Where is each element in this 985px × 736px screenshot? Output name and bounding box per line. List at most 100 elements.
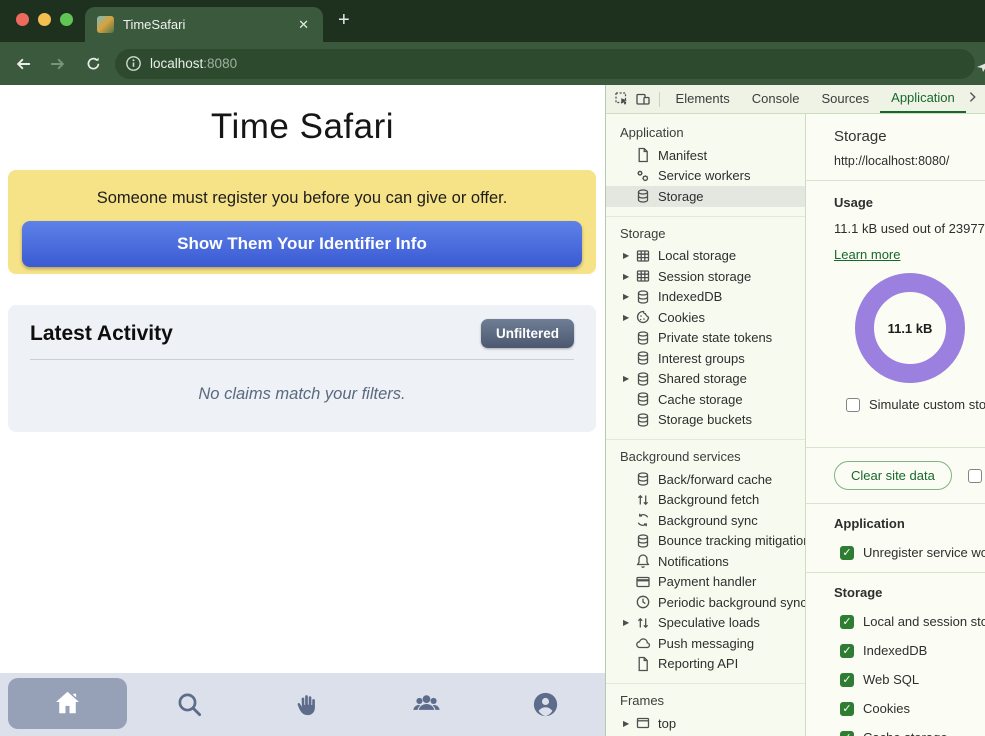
- device-toolbar-icon[interactable]: [633, 88, 654, 110]
- tree-item-label: top: [658, 716, 676, 731]
- table-icon: [635, 268, 651, 284]
- hand-icon: [294, 691, 321, 718]
- devtools-tab-application[interactable]: Application: [880, 85, 966, 113]
- usage-text: 11.1 kB used out of 239779: [834, 221, 985, 236]
- site-info-icon[interactable]: [125, 55, 142, 72]
- bookmark-icon[interactable]: [975, 58, 985, 79]
- url-port: :8080: [203, 56, 237, 71]
- tree-item-top[interactable]: ▶ top: [606, 713, 805, 734]
- tree-item-shared-storage[interactable]: ▶Shared storage: [606, 369, 805, 390]
- devtools-tab-sources[interactable]: Sources: [810, 85, 880, 113]
- expander-icon[interactable]: ▶: [623, 251, 635, 260]
- expander-icon[interactable]: ▶: [623, 313, 635, 322]
- tree-item-storage-buckets[interactable]: Storage buckets: [606, 410, 805, 431]
- checkbox-label: IndexedDB: [863, 643, 927, 658]
- panel-title: Storage: [834, 128, 985, 145]
- filter-button[interactable]: Unfiltered: [481, 319, 574, 348]
- tree-item-manifest[interactable]: Manifest: [606, 145, 805, 166]
- toolbar-separator: [659, 92, 660, 107]
- tree-item-cookies[interactable]: ▶Cookies: [606, 307, 805, 328]
- tree-item-label: Bounce tracking mitigation: [658, 533, 805, 548]
- tab-title: TimeSafari: [123, 17, 296, 32]
- devtools-tab-elements[interactable]: Elements: [665, 85, 741, 113]
- close-window-button[interactable]: [16, 13, 29, 26]
- checkbox-unregister-service-wor[interactable]: ✓: [840, 546, 854, 560]
- clear-site-data-button[interactable]: Clear site data: [834, 461, 952, 490]
- tree-item-private-state-tokens[interactable]: Private state tokens: [606, 328, 805, 349]
- tree-item-background-fetch[interactable]: Background fetch: [606, 490, 805, 511]
- nav-offer-button[interactable]: [249, 673, 368, 736]
- checkbox-label: Local and session stor: [863, 614, 985, 629]
- tree-section-frames: Frames ▶ top: [606, 683, 805, 734]
- tree-section-application: ApplicationManifestService workersStorag…: [606, 116, 805, 207]
- tree-item-payment-handler[interactable]: Payment handler: [606, 572, 805, 593]
- tree-item-label: Speculative loads: [658, 615, 760, 630]
- checkbox-cache-storage[interactable]: ✓: [840, 731, 854, 736]
- tree-section-title: Frames: [606, 684, 805, 713]
- database-icon: [635, 391, 651, 407]
- include-cookies-checkbox[interactable]: [968, 469, 982, 483]
- tree-item-storage[interactable]: Storage: [606, 186, 805, 207]
- checkbox-cookies[interactable]: ✓: [840, 702, 854, 716]
- simulate-quota-row: Simulate custom stora: [840, 397, 985, 447]
- tree-item-periodic-background-sync[interactable]: Periodic background sync: [606, 592, 805, 613]
- gears-icon: [635, 168, 651, 184]
- nav-community-button[interactable]: [367, 673, 486, 736]
- bottom-navigation: [0, 673, 605, 736]
- checkbox-local-and-session-stor[interactable]: ✓: [840, 615, 854, 629]
- tree-item-session-storage[interactable]: ▶Session storage: [606, 266, 805, 287]
- expander-icon[interactable]: ▶: [623, 618, 635, 627]
- tree-item-push-messaging[interactable]: Push messaging: [606, 633, 805, 654]
- checkbox-indexeddb[interactable]: ✓: [840, 644, 854, 658]
- tree-item-back-forward-cache[interactable]: Back/forward cache: [606, 469, 805, 490]
- tree-item-reporting-api[interactable]: Reporting API: [606, 654, 805, 675]
- more-tabs-icon[interactable]: [966, 90, 979, 109]
- tree-item-label: Private state tokens: [658, 330, 772, 345]
- forward-button[interactable]: [45, 51, 71, 77]
- devtools-tab-console[interactable]: Console: [741, 85, 811, 113]
- tree-item-service-workers[interactable]: Service workers: [606, 166, 805, 187]
- tree-section-title: Storage: [606, 217, 805, 246]
- tree-item-background-sync[interactable]: Background sync: [606, 510, 805, 531]
- maximize-window-button[interactable]: [60, 13, 73, 26]
- expander-icon[interactable]: ▶: [623, 292, 635, 301]
- cloud-icon: [635, 635, 651, 651]
- usage-section: Usage 11.1 kB used out of 239779 Learn m…: [806, 181, 985, 447]
- tree-item-indexeddb[interactable]: ▶IndexedDB: [606, 287, 805, 308]
- tree-item-label: Periodic background sync: [658, 595, 805, 610]
- inspect-element-icon[interactable]: [612, 88, 633, 110]
- minimize-window-button[interactable]: [38, 13, 51, 26]
- tree-item-cache-storage[interactable]: Cache storage: [606, 389, 805, 410]
- registration-alert: Someone must register you before you can…: [8, 170, 596, 274]
- reload-button[interactable]: [80, 51, 106, 77]
- tree-item-speculative-loads[interactable]: ▶ Speculative loads: [606, 613, 805, 634]
- tree-item-notifications[interactable]: Notifications: [606, 551, 805, 572]
- checkbox-web-sql[interactable]: ✓: [840, 673, 854, 687]
- tree-item-bounce-tracking-mitigation[interactable]: Bounce tracking mitigation: [606, 531, 805, 552]
- storage-checkbox-list: ✓Local and session stor✓IndexedDB✓Web SQ…: [834, 614, 985, 736]
- browser-tab[interactable]: TimeSafari ✕: [85, 7, 323, 42]
- url-text: localhost:8080: [150, 56, 237, 71]
- back-button[interactable]: [10, 51, 36, 77]
- database-icon: [635, 289, 651, 305]
- window-controls: [16, 13, 73, 26]
- url-host: localhost: [150, 56, 203, 71]
- show-identifier-button[interactable]: Show Them Your Identifier Info: [22, 221, 582, 267]
- usage-donut-chart: 11.1 kB: [855, 273, 965, 383]
- address-bar[interactable]: localhost:8080: [115, 49, 975, 79]
- alert-message: Someone must register you before you can…: [8, 189, 596, 208]
- nav-home-button[interactable]: [8, 678, 127, 729]
- simulate-quota-checkbox[interactable]: [846, 398, 860, 412]
- nav-search-button[interactable]: [130, 673, 249, 736]
- expander-icon[interactable]: ▶: [623, 719, 635, 728]
- expander-icon[interactable]: ▶: [623, 272, 635, 281]
- nav-profile-button[interactable]: [486, 673, 605, 736]
- tree-item-interest-groups[interactable]: Interest groups: [606, 348, 805, 369]
- new-tab-button[interactable]: +: [338, 9, 350, 32]
- card-icon: [635, 574, 651, 590]
- tree-item-local-storage[interactable]: ▶Local storage: [606, 246, 805, 267]
- checkbox-row-cache-storage: ✓Cache storage: [834, 730, 985, 736]
- tab-close-icon[interactable]: ✕: [296, 17, 311, 33]
- learn-more-link[interactable]: Learn more: [834, 247, 900, 262]
- expander-icon[interactable]: ▶: [623, 374, 635, 383]
